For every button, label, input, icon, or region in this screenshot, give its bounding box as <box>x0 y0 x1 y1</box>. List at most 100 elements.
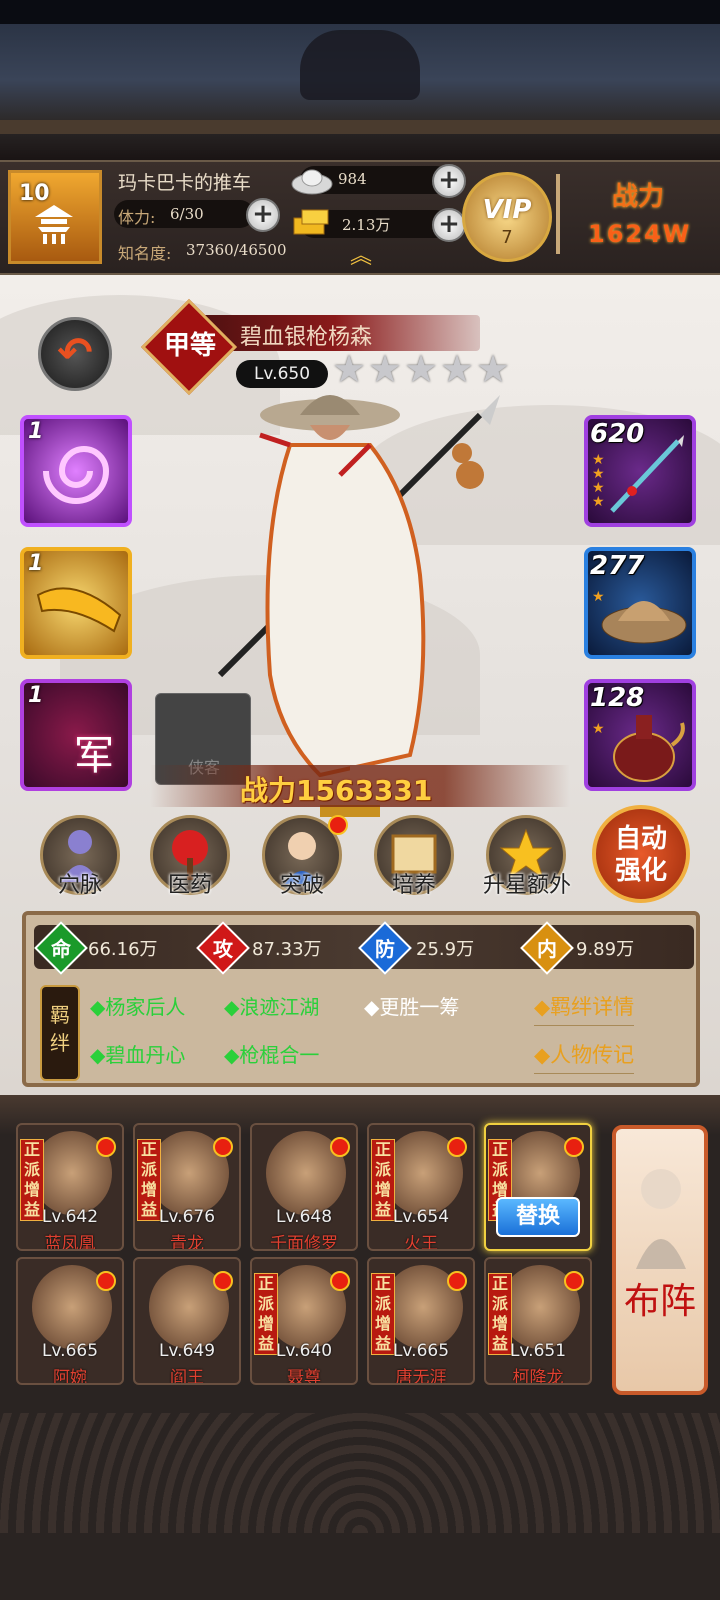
pagoda-icon <box>35 205 73 244</box>
player-info-bar: 10 玛卡巴卡的推车 体力: 6/30 + 知名度: 37360/46500 9… <box>0 160 720 275</box>
vip-level: 7 <box>501 227 513 248</box>
notification-dot <box>96 1137 116 1157</box>
formation-label: 布阵 <box>623 1281 696 1322</box>
life-stat-name: 命 <box>51 937 71 961</box>
defense-stat-value: 25.9万 <box>416 939 475 960</box>
bond-detail-link[interactable]: ◆羁绊详情 <box>534 991 635 1026</box>
roster-hero-name: 千面修罗 <box>270 1234 338 1251</box>
attribute-panel: 命 66.16万 攻 87.33万 防 25.9万 内 9.89万 羁绊 ◆杨家… <box>22 911 700 1087</box>
roster-slot[interactable]: 正派增益 Lv.665 唐无涯 <box>367 1257 475 1385</box>
purple-vortex-skill-icon <box>43 446 110 504</box>
equip-slot-hat[interactable]: 277 ★ <box>584 547 696 659</box>
inner-stat-name: 内 <box>537 937 557 961</box>
bond-badge: 羁绊 <box>40 985 80 1081</box>
hero-grade: 甲等 <box>163 331 216 361</box>
expand-chevron-icon[interactable]: ︽ <box>350 246 372 268</box>
equip-slot-accessory[interactable]: 128 ★ <box>584 679 696 791</box>
roof-ornament <box>300 30 420 100</box>
roster-hero-name: 柯降龙 <box>512 1368 564 1385</box>
add-stamina-button[interactable]: + <box>246 198 280 232</box>
hero-star-icon: ★ <box>404 347 439 391</box>
roster-hero-name: 蓝凤凰 <box>44 1234 96 1251</box>
player-name: 玛卡巴卡的推车 <box>118 172 252 194</box>
roster-slot[interactable]: 正派增益 Lv.640 聂尊 <box>250 1257 358 1385</box>
skill-count: 1 <box>28 419 44 444</box>
equip-level: 277 <box>590 551 645 581</box>
roster-slot[interactable]: 正派增益 Lv.676 青龙 <box>133 1123 241 1251</box>
divider <box>556 174 560 254</box>
defense-stat-name: 防 <box>375 937 395 961</box>
notification-dot <box>330 1137 350 1157</box>
notification-dot <box>447 1137 467 1157</box>
bond-item[interactable]: ◆碧血丹心 <box>90 1039 185 1068</box>
player-level: 10 <box>19 181 50 206</box>
player-avatar[interactable]: 10 <box>8 170 102 264</box>
medicine-label: 医药 <box>167 873 212 898</box>
equip-slot-weapon[interactable]: 620 ★ ★ ★ ★ <box>584 415 696 527</box>
bond-item[interactable]: ◆枪棍合一 <box>224 1039 319 1068</box>
roster-hero-level: Lv.640 <box>275 1341 333 1361</box>
hero-detail-panel: ↶ 甲等 碧血银枪杨森 Lv.650 侠客 战力1563331 1 1 军 <box>0 275 720 1095</box>
roster-hero-name: 阎王 <box>170 1368 204 1385</box>
roster-slot[interactable]: Lv.648 千面修罗 <box>250 1123 358 1251</box>
bond-item[interactable]: ◆浪迹江湖 <box>224 991 319 1020</box>
roster-slot[interactable]: 正派增益替换 <box>484 1123 592 1251</box>
bond-label: 羁绊 <box>50 1003 70 1055</box>
power-value: 1624W <box>588 220 692 248</box>
auto-enhance-button[interactable]: 自动强化 <box>592 805 690 903</box>
hero-star-icon: ★ <box>440 347 475 391</box>
hero-power: 战力1563331 <box>240 774 433 807</box>
silver-value: 984 <box>338 170 367 188</box>
attack-stat-value: 87.33万 <box>252 939 322 960</box>
fame-label: 知名度: <box>118 244 172 263</box>
hero-star-icon: ★ <box>368 347 403 391</box>
skill-slot-1[interactable]: 1 <box>20 415 132 527</box>
skill-slot-3[interactable]: 军 1 <box>20 679 132 791</box>
equip-stars: ★ <box>592 721 605 737</box>
life-stat-value: 66.16万 <box>88 939 158 960</box>
roster-slot[interactable]: 正派增益 Lv.651 柯降龙 <box>484 1257 592 1385</box>
training-label: 培养 <box>391 873 436 898</box>
notification-dot <box>328 815 348 835</box>
stamina-label: 体力: <box>118 208 156 227</box>
vip-badge[interactable]: VIP 7 <box>462 172 552 262</box>
hero-star-icon: ★ <box>476 347 511 391</box>
roster-hero-level: Lv.665 <box>392 1341 450 1361</box>
biography-link[interactable]: ◆人物传记 <box>534 1039 635 1074</box>
auto-enhance-label: 自动强化 <box>614 824 667 886</box>
skill-slot-2[interactable]: 1 <box>20 547 132 659</box>
roster-hero-name: 青龙 <box>170 1234 204 1251</box>
skill-count: 1 <box>28 683 44 708</box>
army-skill-icon: 军 <box>74 733 114 779</box>
silver-ingot-icon <box>291 169 333 195</box>
back-button[interactable]: ↶ <box>38 317 112 391</box>
star-up-label: 升星额外 <box>482 873 571 898</box>
vase-icon <box>613 715 685 782</box>
notification-dot <box>447 1271 467 1291</box>
skill-count: 1 <box>28 551 44 576</box>
breakthrough-label: 突破 <box>279 873 324 898</box>
roster-hero-name: 火王 <box>404 1234 438 1251</box>
roster-slot[interactable]: Lv.649 阎王 <box>133 1257 241 1385</box>
bond-item[interactable]: ◆更胜一筹 <box>364 991 459 1020</box>
attack-stat-name: 攻 <box>213 937 233 961</box>
equip-level: 128 <box>590 683 645 713</box>
roster-slot[interactable]: 正派增益 Lv.642 蓝凤凰 <box>16 1123 124 1251</box>
add-silver-button[interactable]: + <box>432 164 466 198</box>
wave-pattern <box>0 1413 720 1533</box>
add-gold-button[interactable]: + <box>432 208 466 242</box>
formation-portrait-icon <box>636 1169 686 1269</box>
notification-dot <box>213 1137 233 1157</box>
roster-slot[interactable]: 正派增益 Lv.654 火王 <box>367 1123 475 1251</box>
roster-hero-level: Lv.651 <box>509 1341 567 1361</box>
bond-item[interactable]: ◆杨家后人 <box>90 991 185 1020</box>
formation-button[interactable]: 布阵 <box>612 1125 708 1395</box>
roster-hero-name: 聂尊 <box>287 1368 321 1385</box>
roster-slot[interactable]: Lv.665 阿婉 <box>16 1257 124 1385</box>
inner-stat-value: 9.89万 <box>576 939 635 960</box>
replace-button[interactable]: 替换 <box>496 1197 580 1237</box>
roster-hero-level: Lv.649 <box>158 1341 216 1361</box>
roster-hero-name: 唐无涯 <box>395 1368 447 1385</box>
notification-dot <box>564 1271 584 1291</box>
vip-label: VIP <box>482 195 532 225</box>
